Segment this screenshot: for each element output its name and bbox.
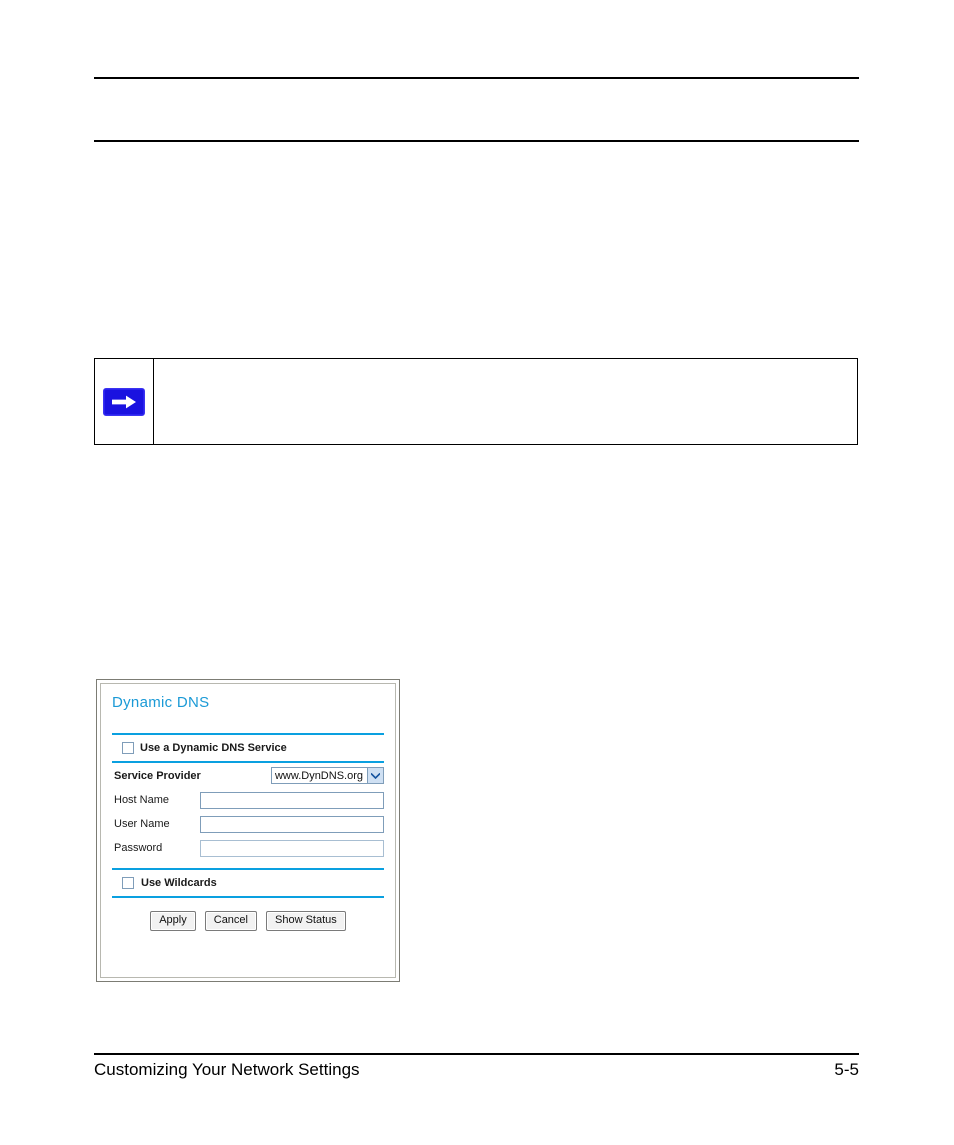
service-provider-selected-value: www.DynDNS.org	[274, 769, 363, 782]
note-icon-cell	[95, 359, 154, 444]
header-rule-top	[94, 77, 859, 79]
user-name-input[interactable]	[200, 815, 384, 833]
note-callout	[94, 358, 858, 445]
dynamic-dns-panel: Dynamic DNS Use a Dynamic DNS Service Se…	[100, 683, 396, 978]
footer-chapter-title: Customizing Your Network Settings	[94, 1060, 360, 1079]
use-wildcards-label: Use Wildcards	[141, 877, 217, 889]
apply-button[interactable]: Apply	[150, 911, 196, 931]
button-row: Apply Cancel Show Status	[112, 898, 384, 931]
host-name-row: Host Name	[112, 788, 384, 812]
host-name-label: Host Name	[114, 794, 170, 806]
use-dynamic-dns-service-label: Use a Dynamic DNS Service	[140, 742, 287, 754]
blue-right-arrow-icon	[103, 387, 145, 416]
dynamic-dns-screenshot-figure: Dynamic DNS Use a Dynamic DNS Service Se…	[96, 679, 400, 982]
password-label: Password	[114, 842, 163, 854]
use-wildcards-checkbox[interactable]	[122, 877, 134, 889]
header-rule-bottom	[94, 140, 859, 142]
password-input[interactable]	[200, 839, 384, 857]
user-name-label: User Name	[114, 818, 170, 830]
use-dynamic-dns-service-row[interactable]: Use a Dynamic DNS Service	[112, 735, 384, 761]
note-text	[154, 359, 857, 444]
cancel-button[interactable]: Cancel	[204, 911, 257, 931]
chevron-down-icon[interactable]	[367, 768, 383, 783]
page-footer: Customizing Your Network Settings 5-5	[94, 1060, 859, 1080]
show-status-button[interactable]: Show Status	[266, 911, 346, 931]
panel-title: Dynamic DNS	[112, 694, 210, 711]
user-name-row: User Name	[112, 812, 384, 836]
service-provider-row: Service Provider www.DynDNS.org	[112, 763, 384, 788]
password-row: Password	[112, 836, 384, 860]
use-dynamic-dns-service-checkbox[interactable]	[122, 742, 134, 754]
use-wildcards-row[interactable]: Use Wildcards	[112, 870, 384, 896]
service-provider-select[interactable]: www.DynDNS.org	[270, 767, 384, 784]
footer-page-number: 5-5	[834, 1060, 859, 1079]
host-name-input[interactable]	[200, 791, 384, 809]
service-provider-label: Service Provider	[114, 769, 201, 782]
footer-rule	[94, 1053, 859, 1055]
